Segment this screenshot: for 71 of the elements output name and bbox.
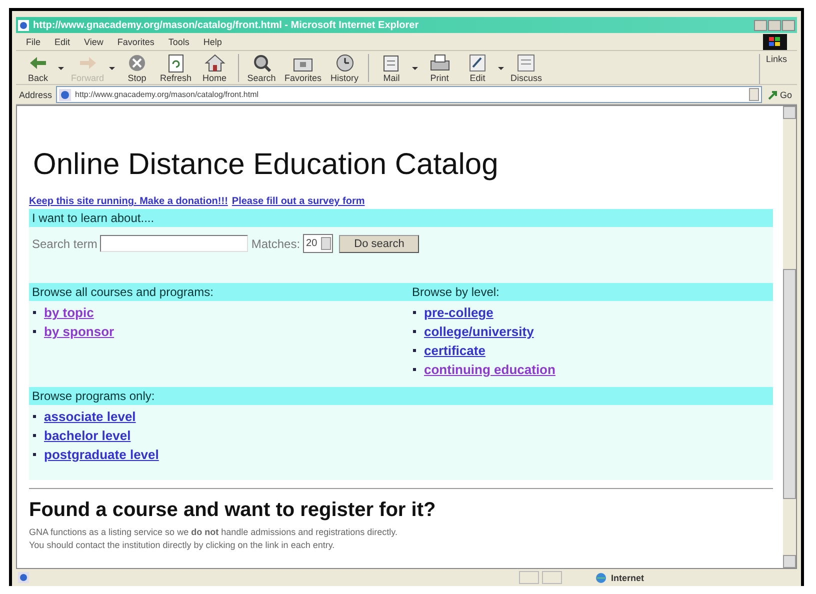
close-button[interactable] xyxy=(782,20,795,30)
link[interactable]: bachelor level xyxy=(44,428,131,443)
field-label: Search term xyxy=(32,236,98,250)
toolbar-button[interactable]: Edit xyxy=(460,52,496,84)
link[interactable]: postgraduate level xyxy=(44,447,159,462)
toolbar-button[interactable]: Search xyxy=(244,52,280,84)
dropdown-button[interactable] xyxy=(748,88,759,101)
toolbar-button[interactable]: Discuss xyxy=(508,52,546,84)
bullet-icon xyxy=(33,453,36,456)
search-button[interactable]: Do search xyxy=(339,234,420,252)
go-button[interactable]: Go xyxy=(766,90,794,100)
section-header: I want to learn about.... xyxy=(29,209,773,227)
toolbar-button[interactable]: Back xyxy=(20,52,56,84)
bullet-icon xyxy=(413,368,416,371)
search-field[interactable] xyxy=(100,235,248,252)
arrow-icon xyxy=(768,90,778,100)
paragraph: You should contact the institution directly by clicking on the link in each entry. xyxy=(29,539,336,552)
paragraph: GNA functions as a listing service so we do not handle admissions and registrations directly. xyxy=(29,526,399,539)
minimize-button[interactable] xyxy=(754,20,767,30)
browser-icon xyxy=(18,20,29,30)
link[interactable]: pre-college xyxy=(424,305,494,320)
menu-item[interactable]: View xyxy=(84,36,104,46)
bullet-icon xyxy=(33,415,36,418)
bullet-icon xyxy=(33,311,36,314)
menu-item[interactable]: File xyxy=(26,36,41,46)
link[interactable]: by topic xyxy=(44,305,94,320)
section-header: Browse by level: xyxy=(409,283,773,301)
field-label: Matches: xyxy=(251,236,300,250)
globe-icon xyxy=(595,572,607,584)
home-icon xyxy=(202,53,227,73)
link[interactable]: Please fill out a survey form xyxy=(232,196,365,207)
matches-dropdown[interactable]: 20 xyxy=(303,234,334,253)
address-field[interactable]: http://www.gnacademy.org/mason/catalog/front.html xyxy=(56,86,762,103)
link[interactable]: Keep this site running. Make a donation!!! xyxy=(29,196,228,207)
toolbar-button[interactable]: Home xyxy=(196,52,233,84)
toolbar-button[interactable]: Stop xyxy=(119,52,156,84)
page-heading: Online Distance Education Catalog xyxy=(33,148,500,182)
status-panel xyxy=(519,571,539,584)
page-icon xyxy=(18,572,29,583)
menu-item[interactable]: Tools xyxy=(168,36,190,46)
toolbar-button[interactable]: Print xyxy=(422,52,458,84)
scrollbar[interactable] xyxy=(783,106,796,568)
toolbar-button[interactable]: Favorites xyxy=(282,52,325,84)
page-icon xyxy=(59,88,72,100)
section-heading: Found a course and want to register for it? xyxy=(29,499,437,522)
link[interactable]: continuing education xyxy=(424,362,556,377)
section-header: Browse programs only: xyxy=(29,387,773,405)
menu-item[interactable]: Edit xyxy=(54,36,70,46)
link[interactable]: by sponsor xyxy=(44,324,114,339)
zone-label: Internet xyxy=(611,572,644,582)
bullet-icon xyxy=(413,349,416,352)
link[interactable]: college/university xyxy=(424,324,534,339)
toolbar-button[interactable]: Mail xyxy=(374,52,410,84)
address-label: Address xyxy=(19,90,52,100)
window-title: http://www.gnacademy.org/mason/catalog/front.html - Microsoft Internet Explorer xyxy=(33,20,420,30)
toolbar-button[interactable]: Refresh xyxy=(157,52,195,84)
bullet-icon xyxy=(33,330,36,333)
menu-item[interactable]: Favorites xyxy=(117,36,154,46)
maximize-button[interactable] xyxy=(768,20,781,30)
link[interactable]: associate level xyxy=(44,409,136,424)
link[interactable]: certificate xyxy=(424,343,486,358)
windows-logo-icon xyxy=(763,34,787,50)
toolbar-button[interactable]: History xyxy=(326,52,363,84)
printer-icon xyxy=(428,53,452,73)
menu-item[interactable]: Help xyxy=(203,36,222,46)
bullet-icon xyxy=(413,330,416,333)
bullet-icon xyxy=(33,434,36,437)
bullet-icon xyxy=(413,311,416,314)
section-header: Browse all courses and programs: xyxy=(29,283,409,301)
links-label[interactable]: Links xyxy=(758,54,793,84)
status-panel xyxy=(542,571,562,584)
